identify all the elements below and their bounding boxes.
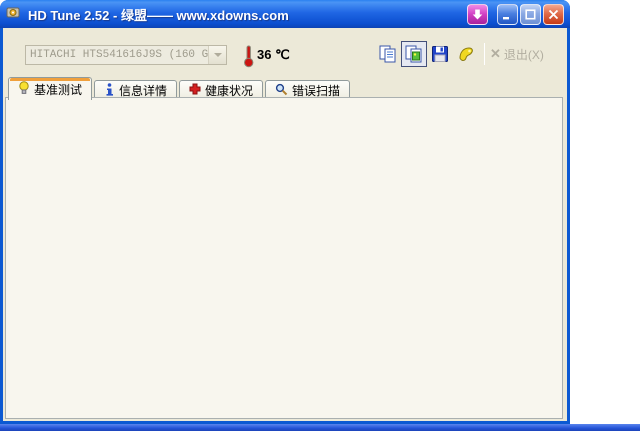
window-title: HD Tune 2.52 - 绿盟—— www.xdowns.com (28, 7, 289, 23)
maximize-button[interactable] (520, 3, 541, 25)
bulb-icon (18, 80, 30, 98)
dropdown-arrow-icon[interactable] (208, 46, 226, 64)
window-client-area: HITACHI HTS541616J9S (160 GB) 36 ℃ ✕ 退出(… (3, 28, 567, 421)
health-cross-icon (189, 83, 201, 98)
options-button[interactable] (453, 41, 479, 67)
toolbar-separator (484, 43, 485, 65)
download-arrow-button[interactable] (467, 3, 488, 25)
drive-select-dropdown[interactable]: HITACHI HTS541616J9S (160 GB) (25, 45, 227, 65)
tab-benchmark[interactable]: 基准测试 (8, 77, 93, 100)
save-button[interactable] (427, 41, 453, 67)
minimize-button[interactable] (497, 3, 518, 25)
exit-label: 退出(X) (503, 47, 544, 62)
close-button[interactable] (543, 3, 564, 25)
titlebar[interactable]: HD Tune 2.52 - 绿盟—— www.xdowns.com (0, 0, 570, 28)
app-icon (6, 4, 22, 25)
hd-tune-window: HD Tune 2.52 - 绿盟—— www.xdowns.com HITAC… (0, 0, 570, 424)
tab-benchmark-label: 基准测试 (34, 82, 83, 97)
exit-x-icon: ✕ (490, 46, 501, 61)
thermometer-icon (243, 44, 255, 73)
copy-screenshot-button[interactable] (401, 41, 427, 67)
drive-select-value: HITACHI HTS541616J9S (160 GB) (30, 49, 208, 61)
copy-text-button[interactable] (375, 41, 401, 67)
taskbar-edge[interactable] (0, 424, 640, 431)
benchmark-tab-page (5, 97, 563, 419)
toolbar: ✕ 退出(X) (375, 41, 544, 67)
exit-button[interactable]: ✕ 退出(X) (490, 46, 544, 63)
desktop: HD Tune 2.52 - 绿盟—— www.xdowns.com HITAC… (0, 0, 640, 431)
temperature-value: 36 ℃ (257, 47, 290, 62)
